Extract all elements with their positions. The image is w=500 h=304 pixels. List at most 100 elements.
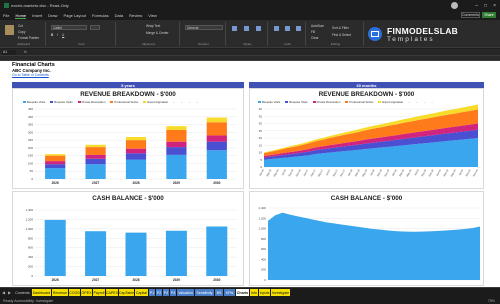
sheet-tab-sensitivity[interactable]: Sensitivity bbox=[195, 289, 214, 296]
font-size-select[interactable] bbox=[90, 25, 100, 30]
revenue-area-chart[interactable]: REVENUE BREAKDOWN - $'000 Bespoke Visits… bbox=[249, 88, 484, 189]
underline-icon[interactable]: U bbox=[62, 33, 64, 37]
sheet-tab-opex[interactable]: OPEX bbox=[81, 289, 92, 296]
bar-segment bbox=[85, 164, 106, 179]
menu-tab-insert[interactable]: Insert bbox=[32, 13, 42, 18]
y-tick-label: 0 bbox=[31, 177, 33, 181]
menu-tab-page-layout[interactable]: Page Layout bbox=[63, 13, 85, 18]
merge-center-button[interactable]: Merge & Center bbox=[146, 31, 169, 35]
y-tick-label: 800 bbox=[28, 236, 33, 240]
cash-balance-area-chart[interactable]: CASH BALANCE - $'000 0 200 400 600 800 1,000 1… bbox=[249, 191, 484, 286]
paste-icon[interactable] bbox=[5, 25, 14, 35]
bar-segment bbox=[206, 117, 227, 123]
alignment-label: Alignment bbox=[141, 42, 156, 46]
y-tick-label: 1,200 bbox=[25, 217, 33, 221]
menu-tab-home[interactable]: Home bbox=[15, 13, 27, 19]
cell-styles-icon[interactable] bbox=[256, 26, 261, 31]
comments-button[interactable]: Comments bbox=[461, 12, 480, 18]
sheet-tab-captable[interactable]: CapTable bbox=[119, 289, 134, 296]
insert-cells-icon[interactable] bbox=[274, 26, 279, 31]
italic-icon[interactable]: I bbox=[57, 33, 58, 37]
y-tick-label: 10 bbox=[259, 151, 263, 155]
font-name-select[interactable]: Calibri bbox=[51, 25, 87, 30]
x-tick-label: May-28 bbox=[362, 168, 369, 177]
delete-cells-icon[interactable] bbox=[285, 26, 290, 31]
menu-tab-file[interactable]: File bbox=[3, 13, 9, 18]
x-tick-label: 2030 bbox=[213, 278, 220, 282]
sheet-tab-payroll[interactable]: Payroll bbox=[93, 289, 105, 296]
x-tick-label: Mar-27 bbox=[310, 168, 317, 177]
x-tick-label: May-27 bbox=[317, 168, 324, 177]
bar-segment bbox=[45, 155, 66, 162]
sheet-tab-revenue[interactable]: Revenue bbox=[52, 289, 68, 296]
menu-tab-review[interactable]: Review bbox=[129, 13, 142, 18]
y-tick-label: 150 bbox=[28, 154, 33, 158]
menu-tab-data[interactable]: Data bbox=[115, 13, 123, 18]
clear-button[interactable]: Clear bbox=[311, 36, 319, 40]
toc-link[interactable]: Go to Table of Contents bbox=[12, 73, 49, 77]
next-sheet-icon[interactable]: ▶ bbox=[8, 290, 11, 295]
cut-button[interactable]: Cut bbox=[18, 24, 23, 28]
cells-group: Cells bbox=[270, 22, 306, 46]
sort-filter-button[interactable]: Sort & Filter bbox=[332, 26, 349, 30]
sheet-tab-capex[interactable]: CAPEX bbox=[106, 289, 118, 296]
copy-button[interactable]: Copy bbox=[18, 30, 25, 34]
number-format-select[interactable]: General bbox=[185, 25, 223, 30]
maximize-icon[interactable]: □ bbox=[484, 3, 487, 9]
font-name-value: Calibri bbox=[53, 26, 63, 30]
sheet-tab-p2[interactable]: P2 bbox=[156, 289, 162, 296]
wrap-text-button[interactable]: Wrap Text bbox=[146, 24, 160, 28]
sheet-tab-contents[interactable]: Contents bbox=[14, 289, 31, 296]
logo-line1: FINMODELSLAB bbox=[387, 25, 459, 36]
fx-icon[interactable]: fx bbox=[24, 50, 27, 54]
bar-segment bbox=[206, 150, 227, 179]
name-box[interactable]: A1 bbox=[2, 50, 16, 55]
format-painter-button[interactable]: Format Painter bbox=[18, 36, 39, 40]
y-tick-label: 25 bbox=[259, 129, 263, 133]
menu-tab-draw[interactable]: Draw bbox=[48, 13, 57, 18]
sheet-tab-valuation[interactable]: Valuation bbox=[177, 289, 194, 296]
sheet-tab-capital[interactable]: Capital bbox=[135, 289, 148, 296]
sheet-tab-bs[interactable]: BS bbox=[215, 289, 223, 296]
fill-button[interactable]: Fill bbox=[311, 30, 315, 34]
sheet-tab-charts[interactable]: Charts bbox=[236, 289, 249, 296]
x-tick-label: Mar-28 bbox=[354, 168, 361, 177]
sheet-tab-dashboard[interactable]: Dashboard bbox=[32, 289, 51, 296]
avatar[interactable] bbox=[451, 2, 458, 9]
menu-tab-view[interactable]: View bbox=[148, 13, 157, 18]
x-tick-label: 2028 bbox=[132, 181, 139, 185]
share-button[interactable]: Share bbox=[482, 12, 496, 18]
format-cells-icon[interactable] bbox=[296, 26, 301, 31]
sheet-tab-cogs[interactable]: COGS bbox=[69, 289, 80, 296]
y-tick-label: 600 bbox=[261, 247, 266, 251]
conditional-format-icon[interactable] bbox=[232, 26, 237, 31]
y-tick-label: 250 bbox=[28, 138, 33, 142]
x-tick-label: Sep-26 bbox=[288, 168, 295, 177]
zoom-level[interactable]: 75% bbox=[488, 299, 495, 303]
revenue-bar-chart[interactable]: REVENUE BREAKDOWN - $'000 Bespoke Visits… bbox=[12, 88, 244, 189]
minimize-icon[interactable]: – bbox=[475, 3, 478, 9]
bar-segment bbox=[166, 147, 187, 155]
cash-balance-bar-chart[interactable]: CASH BALANCE - $'000 0 200 400 600 800 1,000 1… bbox=[12, 191, 244, 286]
sheet-tab-inputs[interactable]: Inputs bbox=[259, 289, 270, 296]
x-tick-label: Jan-29 bbox=[391, 168, 398, 176]
menu-tab-formulas[interactable]: Formulas bbox=[92, 13, 109, 18]
prev-sheet-icon[interactable]: ◀ bbox=[2, 290, 5, 295]
autosum-button[interactable]: AutoSum bbox=[311, 24, 324, 28]
number-format-value: General bbox=[187, 26, 199, 30]
sheet-tab-p4[interactable]: P4 bbox=[170, 289, 176, 296]
bold-icon[interactable]: B bbox=[51, 33, 53, 37]
close-icon[interactable]: × bbox=[493, 3, 496, 9]
sheet-tab-p3[interactable]: P3 bbox=[163, 289, 169, 296]
sheet-tab-investigate[interactable]: Investigate bbox=[271, 289, 290, 296]
sheet-tab-info[interactable]: Info bbox=[250, 289, 258, 296]
y-tick-label: 800 bbox=[261, 237, 266, 241]
y-tick-label: 350 bbox=[28, 123, 33, 127]
find-select-button[interactable]: Find & Select bbox=[332, 33, 351, 37]
title-bar: excelx-marketo.xlsx - Read-Only – □ × bbox=[0, 0, 500, 11]
sheet-tab-p1[interactable]: P1 bbox=[149, 289, 155, 296]
format-table-icon[interactable] bbox=[244, 26, 249, 31]
x-tick-label: 2030 bbox=[213, 181, 220, 185]
sheet-tab-kpis[interactable]: KPIs bbox=[224, 289, 235, 296]
x-tick-label: May-26 bbox=[273, 168, 280, 177]
